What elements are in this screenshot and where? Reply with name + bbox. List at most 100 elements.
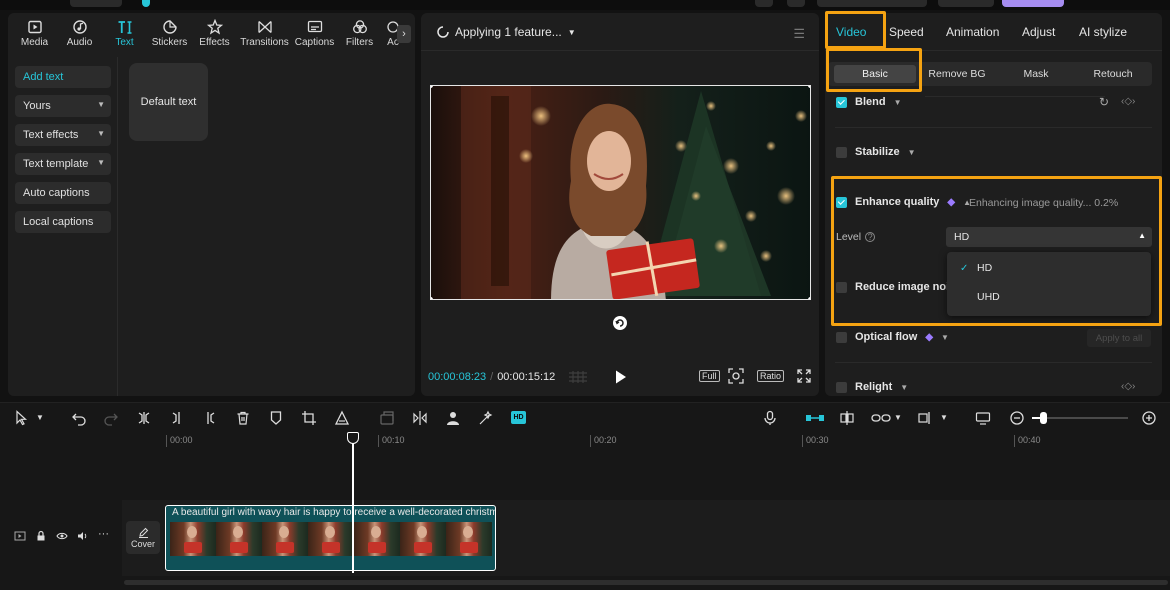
tab-ai-stylize[interactable]: AI stylize (1079, 25, 1127, 39)
text-template-dropdown[interactable]: Text template ▼ (15, 153, 111, 175)
cover-button[interactable]: Cover (126, 521, 160, 554)
select-cursor-icon[interactable] (14, 410, 30, 426)
playhead[interactable] (352, 432, 354, 573)
tab-stickers[interactable]: Stickers (147, 13, 192, 51)
play-icon[interactable] (614, 369, 628, 385)
playhead-handle[interactable] (347, 432, 359, 444)
top-strip-export-button[interactable] (1002, 0, 1064, 7)
resize-handle[interactable] (808, 297, 810, 299)
subtab-retouch[interactable]: Retouch (1076, 65, 1150, 83)
video-preview[interactable] (430, 85, 811, 300)
chevron-down-icon[interactable]: ▼ (908, 148, 916, 157)
redo-icon[interactable] (103, 410, 119, 426)
snap-icon[interactable] (839, 410, 855, 426)
applying-status[interactable]: Applying 1 feature... ▼ (437, 25, 576, 39)
zoom-slider-handle[interactable] (1040, 412, 1047, 424)
magic-wand-icon[interactable] (478, 410, 494, 426)
enhance-quality-checkbox[interactable] (836, 196, 847, 208)
lock-icon[interactable] (35, 530, 47, 542)
remove-background-icon[interactable] (445, 410, 461, 426)
chevron-down-icon[interactable]: ▼ (940, 410, 956, 426)
track-thumbnail-toggle-icon[interactable] (14, 530, 26, 542)
subtab-basic[interactable]: Basic (834, 65, 916, 83)
top-strip-button[interactable] (938, 0, 994, 7)
mirror-icon[interactable] (412, 410, 428, 426)
top-strip-tab[interactable] (70, 0, 122, 7)
preview-axis-icon[interactable] (917, 410, 933, 426)
top-strip-icon[interactable] (755, 0, 773, 7)
tab-media[interactable]: Media (12, 13, 57, 51)
marker-icon[interactable] (268, 410, 284, 426)
help-icon[interactable]: ? (865, 232, 876, 242)
eye-icon[interactable] (56, 530, 68, 542)
horizontal-scrollbar[interactable] (124, 580, 1168, 585)
zoom-fit-icon[interactable] (728, 368, 744, 384)
timeline-ruler[interactable]: 00:00 00:10 00:20 00:30 00:40 (166, 432, 1170, 452)
level-option-hd[interactable]: ✓ HD (947, 256, 1151, 280)
level-option-uhd[interactable]: UHD (947, 285, 1151, 309)
fullscreen-icon[interactable] (797, 369, 811, 383)
keyframe-controls-icon[interactable]: ‹◇› (1121, 96, 1135, 107)
blend-slider-track[interactable] (925, 96, 1105, 97)
relight-checkbox[interactable] (836, 381, 847, 393)
crop-icon[interactable] (301, 410, 317, 426)
speaker-icon[interactable] (77, 530, 89, 542)
zoom-slider-track[interactable] (1042, 417, 1128, 419)
blend-checkbox[interactable] (836, 96, 847, 108)
tab-speed[interactable]: Speed (889, 25, 924, 39)
level-select[interactable]: HD ▲ (946, 227, 1152, 247)
full-button[interactable]: Full (699, 370, 720, 382)
main-track-link-icon[interactable] (805, 410, 825, 426)
ratio-button[interactable]: Ratio (757, 370, 785, 382)
text-effects-dropdown[interactable]: Text effects ▼ (15, 124, 111, 146)
delete-icon[interactable] (235, 410, 251, 426)
zoom-in-icon[interactable] (1141, 410, 1157, 426)
resize-handle[interactable] (808, 86, 810, 88)
apply-to-all-button[interactable]: Apply to all (1087, 329, 1151, 347)
hd-badge[interactable]: HD (511, 411, 526, 424)
tab-filters[interactable]: Filters (337, 13, 382, 51)
reduce-noise-checkbox[interactable] (836, 281, 847, 293)
tab-text[interactable]: Text (102, 13, 147, 51)
undo-icon[interactable] (71, 410, 87, 426)
trim-left-icon[interactable] (169, 410, 185, 426)
microphone-icon[interactable] (762, 410, 778, 426)
chevron-right-icon[interactable]: › (397, 25, 411, 43)
video-clip[interactable]: A beautiful girl with wavy hair is happy… (165, 505, 496, 571)
tab-transitions[interactable]: Transitions (237, 13, 292, 51)
chevron-down-icon[interactable]: ▼ (894, 98, 902, 107)
tab-animation[interactable]: Animation (946, 25, 999, 39)
split-icon[interactable] (136, 410, 152, 426)
yours-dropdown[interactable]: Yours ▼ (15, 95, 111, 117)
top-strip-icon[interactable] (787, 0, 805, 7)
subtab-remove-bg[interactable]: Remove BG (918, 65, 996, 83)
chevron-down-icon[interactable]: ▼ (941, 333, 949, 342)
chevron-down-icon[interactable]: ▼ (894, 410, 910, 426)
subtab-mask[interactable]: Mask (998, 65, 1074, 83)
tab-effects[interactable]: Effects (192, 13, 237, 51)
trim-right-icon[interactable] (202, 410, 218, 426)
reset-icon[interactable]: ↻ (1099, 95, 1109, 109)
tab-captions[interactable]: Captions (292, 13, 337, 51)
default-text-card[interactable]: Default text (129, 63, 208, 141)
more-options-icon[interactable]: ··· (98, 529, 110, 542)
link-icon[interactable] (871, 410, 891, 426)
auto-reframe-icon[interactable] (334, 410, 350, 426)
add-text-button[interactable]: Add text (15, 66, 111, 88)
local-captions-button[interactable]: Local captions (15, 211, 111, 233)
tab-adjust[interactable]: Adjust (1022, 25, 1055, 39)
keyframe-controls-icon[interactable]: ‹◇› (1121, 381, 1135, 392)
rotate-icon[interactable] (612, 315, 628, 331)
freeze-frame-icon[interactable] (379, 410, 395, 426)
chevron-down-icon[interactable]: ▼ (900, 383, 908, 392)
optical-flow-checkbox[interactable] (836, 331, 847, 343)
stabilize-checkbox[interactable] (836, 146, 847, 158)
resize-handle[interactable] (431, 297, 433, 299)
tab-audio[interactable]: Audio (57, 13, 102, 51)
tab-video[interactable]: Video (836, 25, 866, 39)
chevron-down-icon[interactable]: ▼ (36, 410, 52, 426)
zoom-out-icon[interactable] (1009, 410, 1025, 426)
menu-icon[interactable]: ☰ (793, 26, 805, 42)
top-strip-field[interactable] (817, 0, 927, 7)
timeline-fit-icon[interactable] (975, 410, 991, 426)
